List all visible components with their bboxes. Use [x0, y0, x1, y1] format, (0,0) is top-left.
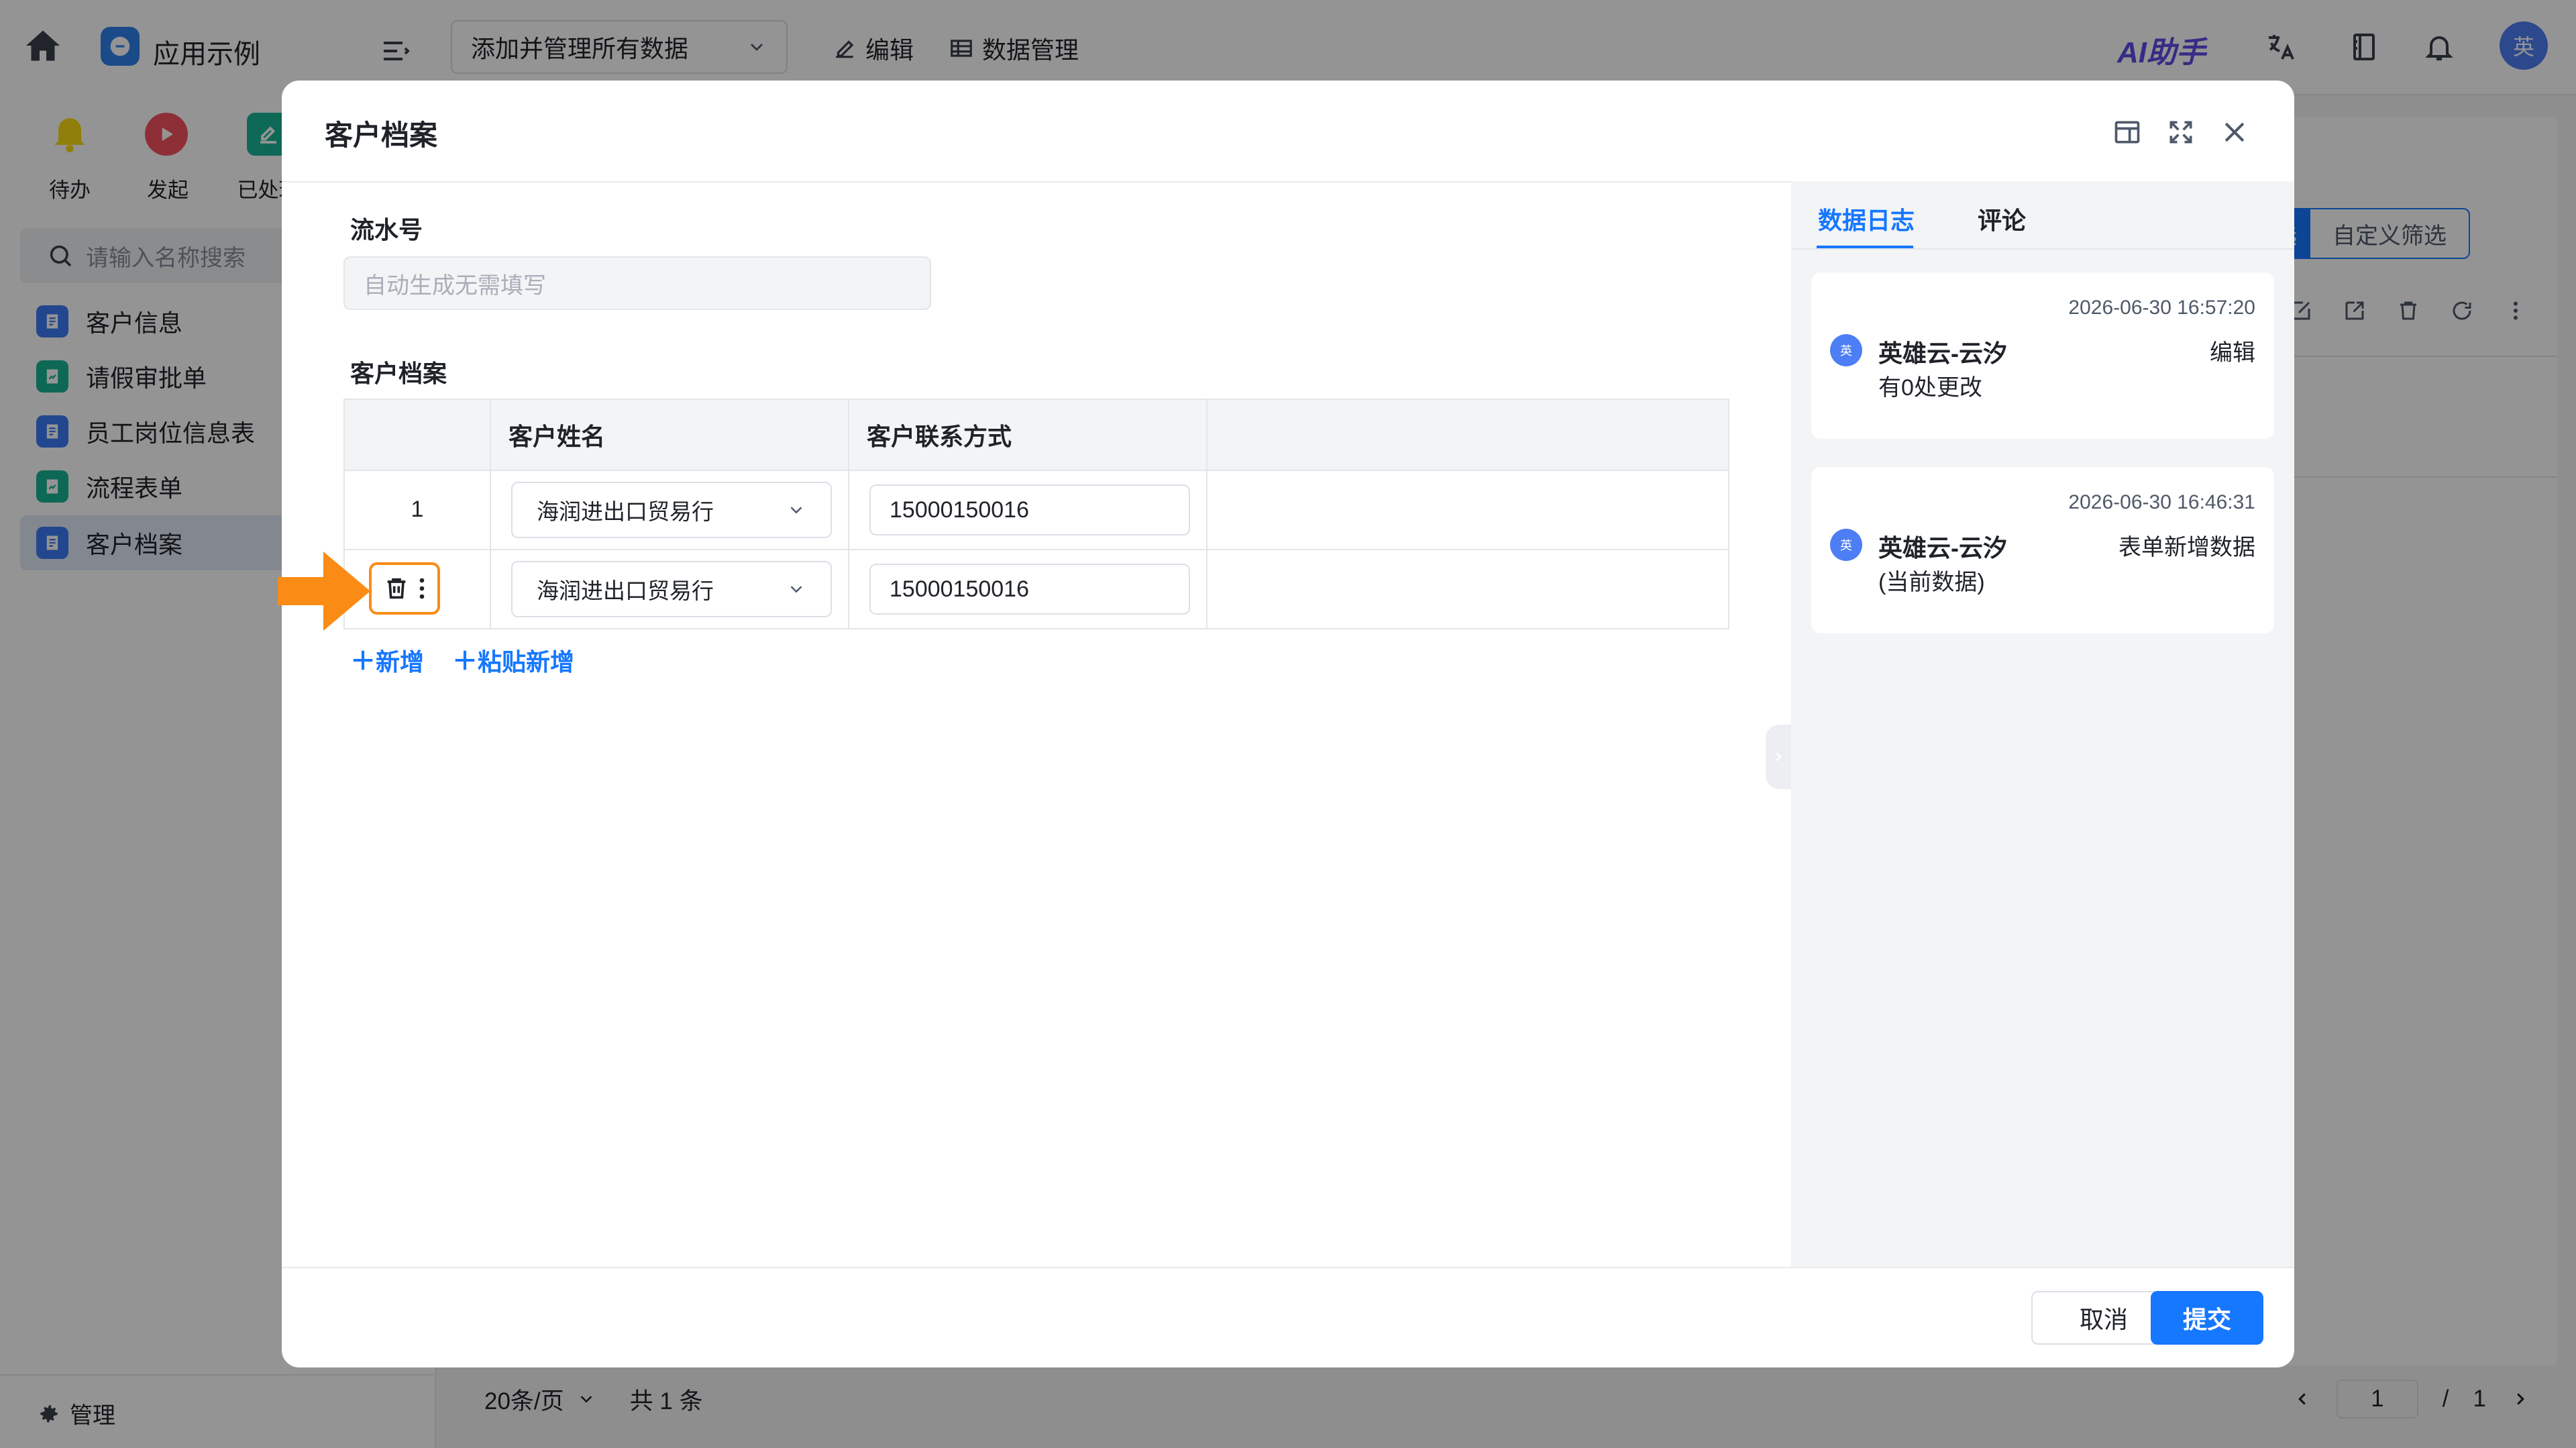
- serial-number-placeholder: 自动生成无需填写: [364, 272, 546, 299]
- log-user: 英雄云-云汐: [1878, 534, 2007, 562]
- modal-header: 客户档案: [282, 81, 2294, 183]
- active-tab-indicator: [1817, 246, 1913, 248]
- data-log-panel: 数据日志 评论 2026-06-30 16:57:20 英 英雄云-云汐 编辑 …: [1791, 181, 2294, 1267]
- subform-table: 客户姓名 客户联系方式 1 海润进出口贸易行 15000150016 海润进出口…: [343, 399, 1729, 629]
- tab-comments[interactable]: 评论: [1978, 201, 2026, 236]
- serial-number-field: 自动生成无需填写: [343, 256, 931, 310]
- customer-name-select[interactable]: 海润进出口贸易行: [511, 561, 832, 617]
- serial-number-label: 流水号: [350, 216, 423, 244]
- row-action-group: [369, 562, 440, 615]
- customer-contact-input[interactable]: 15000150016: [869, 484, 1190, 535]
- subform-label: 客户档案: [350, 360, 447, 387]
- customer-name-value: 海润进出口贸易行: [537, 499, 714, 524]
- log-action: 编辑: [2210, 340, 2255, 366]
- delete-row-icon[interactable]: [383, 575, 410, 602]
- add-row-label: 新增: [376, 648, 425, 676]
- log-user: 英雄云-云汐: [1878, 340, 2007, 367]
- close-icon[interactable]: [2216, 114, 2253, 150]
- log-time: 2026-06-30 16:46:31: [2068, 491, 2255, 513]
- log-time: 2026-06-30 16:57:20: [2068, 297, 2255, 319]
- log-avatar: 英: [1830, 334, 1862, 366]
- panel-collapse-handle[interactable]: [1766, 725, 1791, 789]
- fullscreen-icon[interactable]: [2163, 114, 2199, 150]
- plus-icon: [455, 650, 475, 670]
- customer-contact-input[interactable]: 15000150016: [869, 564, 1190, 615]
- log-detail: 有0处更改: [1878, 375, 1982, 401]
- layout-toggle-icon[interactable]: [2109, 114, 2145, 150]
- modal-footer-divider: [282, 1267, 2294, 1268]
- chevron-down-icon: [786, 579, 806, 599]
- plus-icon: [353, 650, 373, 670]
- log-detail: (当前数据): [1878, 570, 1985, 595]
- row-more-icon[interactable]: [418, 576, 426, 601]
- tab-data-log[interactable]: 数据日志: [1818, 201, 1915, 236]
- table-row: 海润进出口贸易行 15000150016: [345, 550, 1728, 628]
- customer-name-value: 海润进出口贸易行: [537, 578, 714, 603]
- chevron-right-icon: [1776, 752, 1782, 762]
- log-avatar: 英: [1830, 529, 1862, 561]
- annotation-arrow-icon: [278, 552, 370, 631]
- paste-add-button[interactable]: 粘贴新增: [452, 643, 574, 678]
- chevron-down-icon: [786, 500, 806, 520]
- row-index: 1: [411, 497, 424, 522]
- modal-title: 客户档案: [325, 119, 438, 151]
- column-header-customer-name: 客户姓名: [508, 423, 606, 450]
- log-tabs: 数据日志 评论: [1791, 181, 2294, 250]
- submit-button[interactable]: 提交: [2151, 1291, 2263, 1345]
- add-row-button[interactable]: 新增: [350, 643, 424, 678]
- column-header-customer-contact: 客户联系方式: [867, 423, 1012, 450]
- log-entry: 2026-06-30 16:46:31 英 英雄云-云汐 表单新增数据 (当前数…: [1811, 467, 2274, 633]
- record-modal: 客户档案 流水号 自动生成无需填写 客户档案 客户姓名 客户联系方式 1 海润进…: [282, 81, 2294, 1367]
- customer-name-select[interactable]: 海润进出口贸易行: [511, 482, 832, 538]
- paste-add-label: 粘贴新增: [478, 648, 575, 676]
- table-row: 1 海润进出口贸易行 15000150016: [345, 471, 1728, 549]
- log-entry: 2026-06-30 16:57:20 英 英雄云-云汐 编辑 有0处更改: [1811, 272, 2274, 439]
- log-action: 表单新增数据: [2118, 535, 2255, 560]
